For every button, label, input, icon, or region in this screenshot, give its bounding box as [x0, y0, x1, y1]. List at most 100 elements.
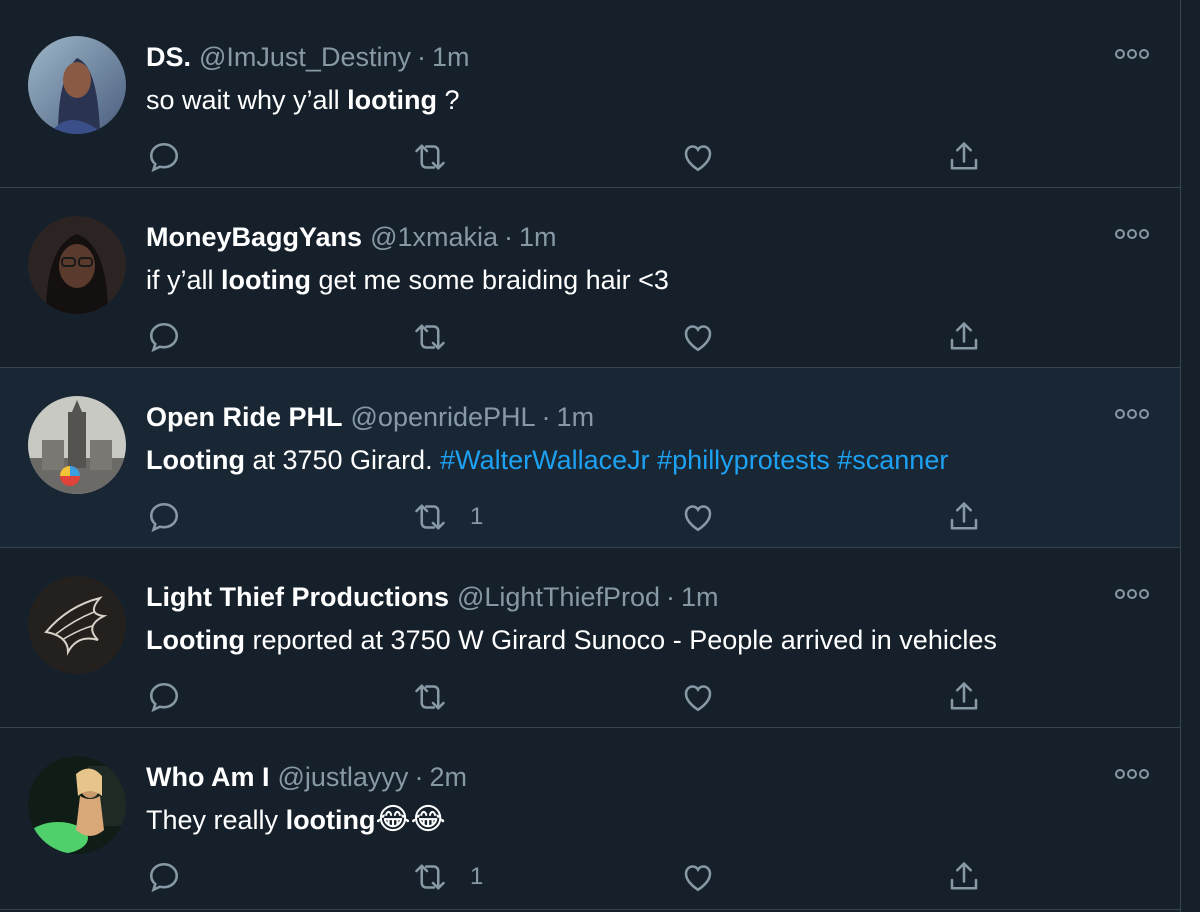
tweet-text: if y’all looting get me some braiding ha…	[146, 262, 669, 298]
more-icon[interactable]	[1114, 404, 1150, 424]
separator: ·	[416, 42, 426, 72]
highlighted-keyword: looting	[347, 85, 438, 115]
tweet-header: Open Ride PHL @openridePHL · 1m	[146, 400, 594, 434]
tweet-header: Light Thief Productions @LightThiefProd · 1…	[146, 580, 719, 614]
retweet-icon	[415, 324, 445, 350]
like-button[interactable]	[680, 494, 716, 540]
like-button[interactable]	[680, 314, 716, 360]
like-button[interactable]	[680, 674, 716, 720]
like-icon	[684, 685, 712, 712]
retweet-button[interactable]	[412, 134, 470, 180]
timestamp[interactable]: 2m	[429, 762, 467, 792]
tweet[interactable]: Who Am I @justlayyy · 2m They really lootin…	[0, 728, 1180, 910]
highlighted-keyword: looting	[285, 805, 376, 835]
timeline-feed: DS. @ImJust_Destiny · 1m so wait why y’all …	[0, 0, 1181, 912]
share-button[interactable]	[946, 674, 982, 720]
more-icon[interactable]	[1114, 44, 1150, 64]
retweet-button[interactable]: 1	[412, 854, 483, 900]
tweet-actions	[0, 674, 1180, 720]
reply-button[interactable]	[146, 314, 182, 360]
tweet-actions	[0, 134, 1180, 180]
like-icon	[684, 325, 712, 352]
retweet-button[interactable]	[412, 674, 470, 720]
hashtag-link[interactable]: #phillyprotests	[657, 445, 830, 475]
text-segment: reported at 3750 W Girard Sunoco - Peopl…	[244, 625, 997, 655]
tweet[interactable]: DS. @ImJust_Destiny · 1m so wait why y’all …	[0, 8, 1180, 188]
display-name[interactable]: DS.	[146, 42, 191, 72]
avatar[interactable]	[28, 36, 126, 134]
user-handle[interactable]: @1xmakia	[370, 222, 498, 252]
more-icon[interactable]	[1114, 224, 1150, 244]
share-button[interactable]	[946, 494, 982, 540]
share-icon	[950, 142, 978, 170]
user-handle[interactable]: @justlayyy	[277, 762, 408, 792]
reply-icon	[149, 502, 179, 533]
share-icon	[950, 502, 978, 530]
tweet-header: MoneyBaggYans @1xmakia · 1m	[146, 220, 557, 254]
separator: ·	[541, 402, 551, 432]
laughing-emoji: 😂😂	[375, 803, 446, 836]
avatar[interactable]	[28, 576, 126, 674]
timestamp[interactable]: 1m	[681, 582, 719, 612]
tweet-text: Looting at 3750 Girard. #WalterWallaceJr…	[146, 442, 948, 478]
hashtag-link[interactable]: #WalterWallaceJr	[440, 445, 650, 475]
reply-button[interactable]	[146, 674, 182, 720]
reply-button[interactable]	[146, 494, 182, 540]
share-icon	[950, 322, 978, 350]
share-button[interactable]	[946, 854, 982, 900]
tweet-text: Looting reported at 3750 W Girard Sunoco…	[146, 622, 997, 658]
timestamp[interactable]: 1m	[557, 402, 595, 432]
retweet-button[interactable]: 1	[412, 494, 483, 540]
share-icon	[950, 862, 978, 890]
display-name[interactable]: Light Thief Productions	[146, 582, 449, 612]
tweet-text: They really looting😂😂	[146, 802, 446, 838]
tweet-header: DS. @ImJust_Destiny · 1m	[146, 40, 470, 74]
retweet-icon	[415, 144, 445, 170]
highlighted-keyword: Looting	[146, 445, 245, 475]
like-button[interactable]	[680, 854, 716, 900]
retweet-icon	[415, 684, 445, 710]
user-handle[interactable]: @openridePHL	[351, 402, 536, 432]
reply-icon	[149, 682, 179, 713]
text-segment: They really	[146, 805, 286, 835]
reply-icon	[149, 142, 179, 173]
reply-icon	[149, 322, 179, 353]
text-segment: so wait why y’all	[146, 85, 348, 115]
tweet-header: Who Am I @justlayyy · 2m	[146, 760, 467, 794]
tweet[interactable]: Light Thief Productions @LightThiefProd · 1…	[0, 548, 1180, 728]
tweet-text: so wait why y’all looting ?	[146, 82, 460, 118]
text-segment: get me some braiding hair <3	[310, 265, 669, 295]
like-button[interactable]	[680, 134, 716, 180]
display-name[interactable]: Open Ride PHL	[146, 402, 343, 432]
avatar[interactable]	[28, 756, 126, 854]
more-icon[interactable]	[1114, 584, 1150, 604]
like-icon	[684, 145, 712, 172]
avatar[interactable]	[28, 396, 126, 494]
more-icon[interactable]	[1114, 764, 1150, 784]
user-handle[interactable]: @LightThiefProd	[457, 582, 660, 612]
scrollbar[interactable]	[1181, 0, 1200, 912]
reply-button[interactable]	[146, 854, 182, 900]
text-segment: if y’all	[146, 265, 222, 295]
text-segment: at 3750 Girard.	[244, 445, 441, 475]
text-segment: ?	[437, 85, 460, 115]
reply-button[interactable]	[146, 134, 182, 180]
user-handle[interactable]: @ImJust_Destiny	[199, 42, 411, 72]
separator: ·	[666, 582, 675, 612]
retweet-icon	[415, 864, 445, 890]
share-button[interactable]	[946, 314, 982, 360]
display-name[interactable]: MoneyBaggYans	[146, 222, 362, 252]
avatar[interactable]	[28, 216, 126, 314]
retweet-button[interactable]	[412, 314, 470, 360]
retweet-count: 1	[470, 863, 484, 890]
display-name[interactable]: Who Am I	[146, 762, 269, 792]
tweet-actions: 1	[0, 854, 1180, 900]
share-button[interactable]	[946, 134, 982, 180]
tweet[interactable]: MoneyBaggYans @1xmakia · 1m if y’all lootin…	[0, 188, 1180, 368]
hashtag-link[interactable]: #scanner	[837, 445, 948, 475]
separator: ·	[414, 762, 424, 792]
timestamp[interactable]: 1m	[432, 42, 470, 72]
tweet[interactable]: Open Ride PHL @openridePHL · 1m Looting at …	[0, 368, 1180, 548]
highlighted-keyword: looting	[221, 265, 311, 295]
timestamp[interactable]: 1m	[519, 222, 557, 252]
